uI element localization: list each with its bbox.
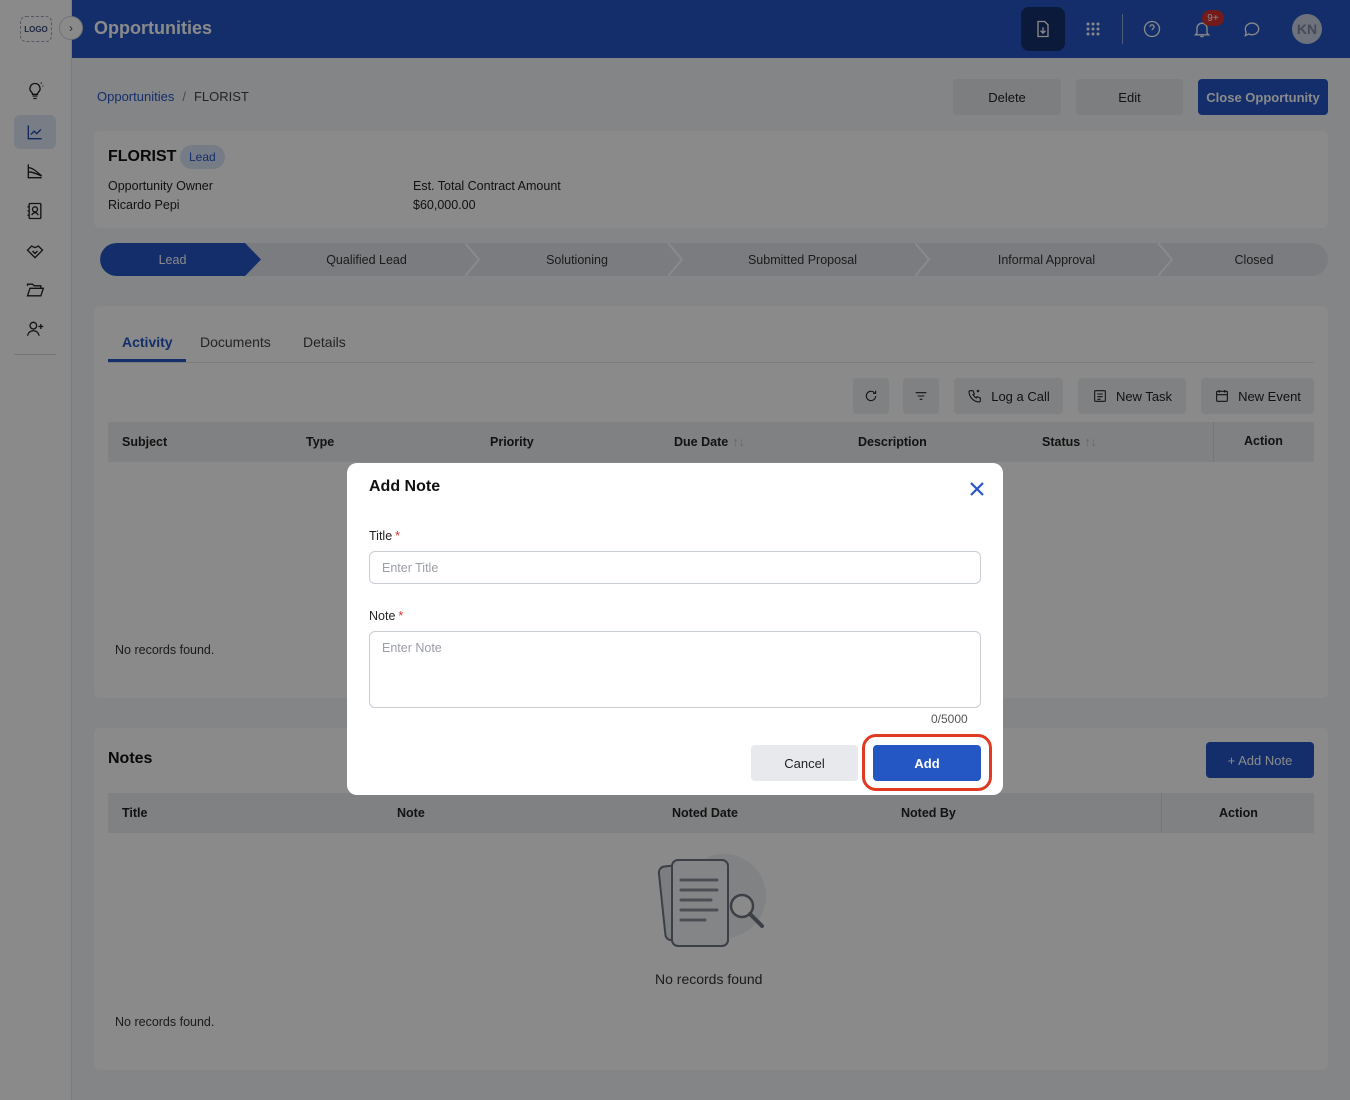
dialog-title: Add Note bbox=[369, 478, 441, 495]
character-counter: 0/5000 bbox=[931, 712, 968, 726]
required-asterisk: * bbox=[398, 609, 404, 623]
required-asterisk: * bbox=[395, 529, 401, 543]
add-note-dialog: Add Note Title* Note* 0/5000 Cancel Add bbox=[347, 463, 1003, 795]
note-field-label: Note * bbox=[369, 609, 403, 623]
title-input[interactable] bbox=[369, 551, 981, 584]
note-label-text: Note bbox=[369, 609, 396, 623]
close-icon bbox=[970, 482, 984, 496]
note-textarea[interactable] bbox=[369, 631, 981, 708]
close-dialog-button[interactable] bbox=[967, 479, 987, 499]
title-field-label: Title * bbox=[369, 529, 400, 543]
highlight-annotation bbox=[862, 734, 992, 791]
cancel-button[interactable]: Cancel bbox=[751, 745, 858, 781]
title-label-text: Title bbox=[369, 529, 393, 543]
